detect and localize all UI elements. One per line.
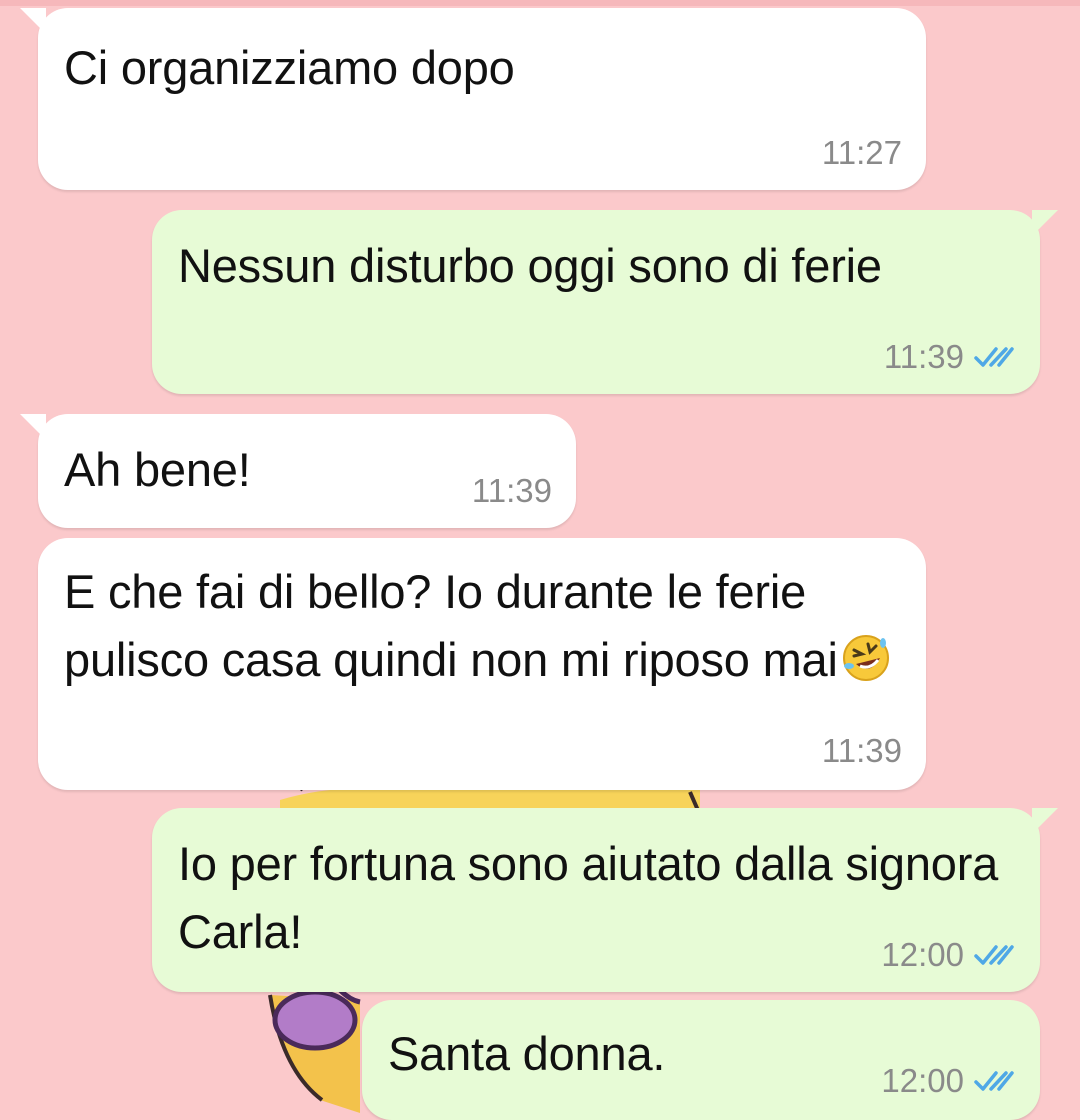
message-time: 12:00 [881,936,964,973]
message-text-body: E che fai di bello? Io durante le ferie … [64,565,838,686]
rolling-on-floor-laughing-emoji [840,632,892,702]
message-text: Nessun disturbo oggi sono di ferie [178,239,882,292]
message-bubble-outgoing[interactable]: Santa donna. 12:00 [362,1000,1040,1120]
message-bubble-incoming[interactable]: E che fai di bello? Io durante le ferie … [38,538,926,790]
message-bubble-incoming[interactable]: Ci organizziamo dopo 11:27 [20,8,926,190]
read-double-check-icon [972,942,1016,968]
message-time: 11:39 [471,472,552,509]
message-text: E che fai di bello? Io durante le ferie … [64,558,896,702]
message-text: Ci organizziamo dopo [64,41,515,94]
message-time: 12:00 [881,1062,964,1099]
message-time: 11:39 [821,732,902,769]
message-bubble-incoming[interactable]: Ah bene! 11:39 [20,414,576,528]
message-bubble-outgoing[interactable]: Nessun disturbo oggi sono di ferie 11:39 [152,210,1058,394]
message-time: 11:27 [821,134,902,171]
read-double-check-icon [972,1068,1016,1094]
message-bubble-outgoing[interactable]: Io per fortuna sono aiutato dalla signor… [152,808,1058,992]
read-double-check-icon [972,344,1016,370]
message-time: 11:39 [883,338,964,375]
